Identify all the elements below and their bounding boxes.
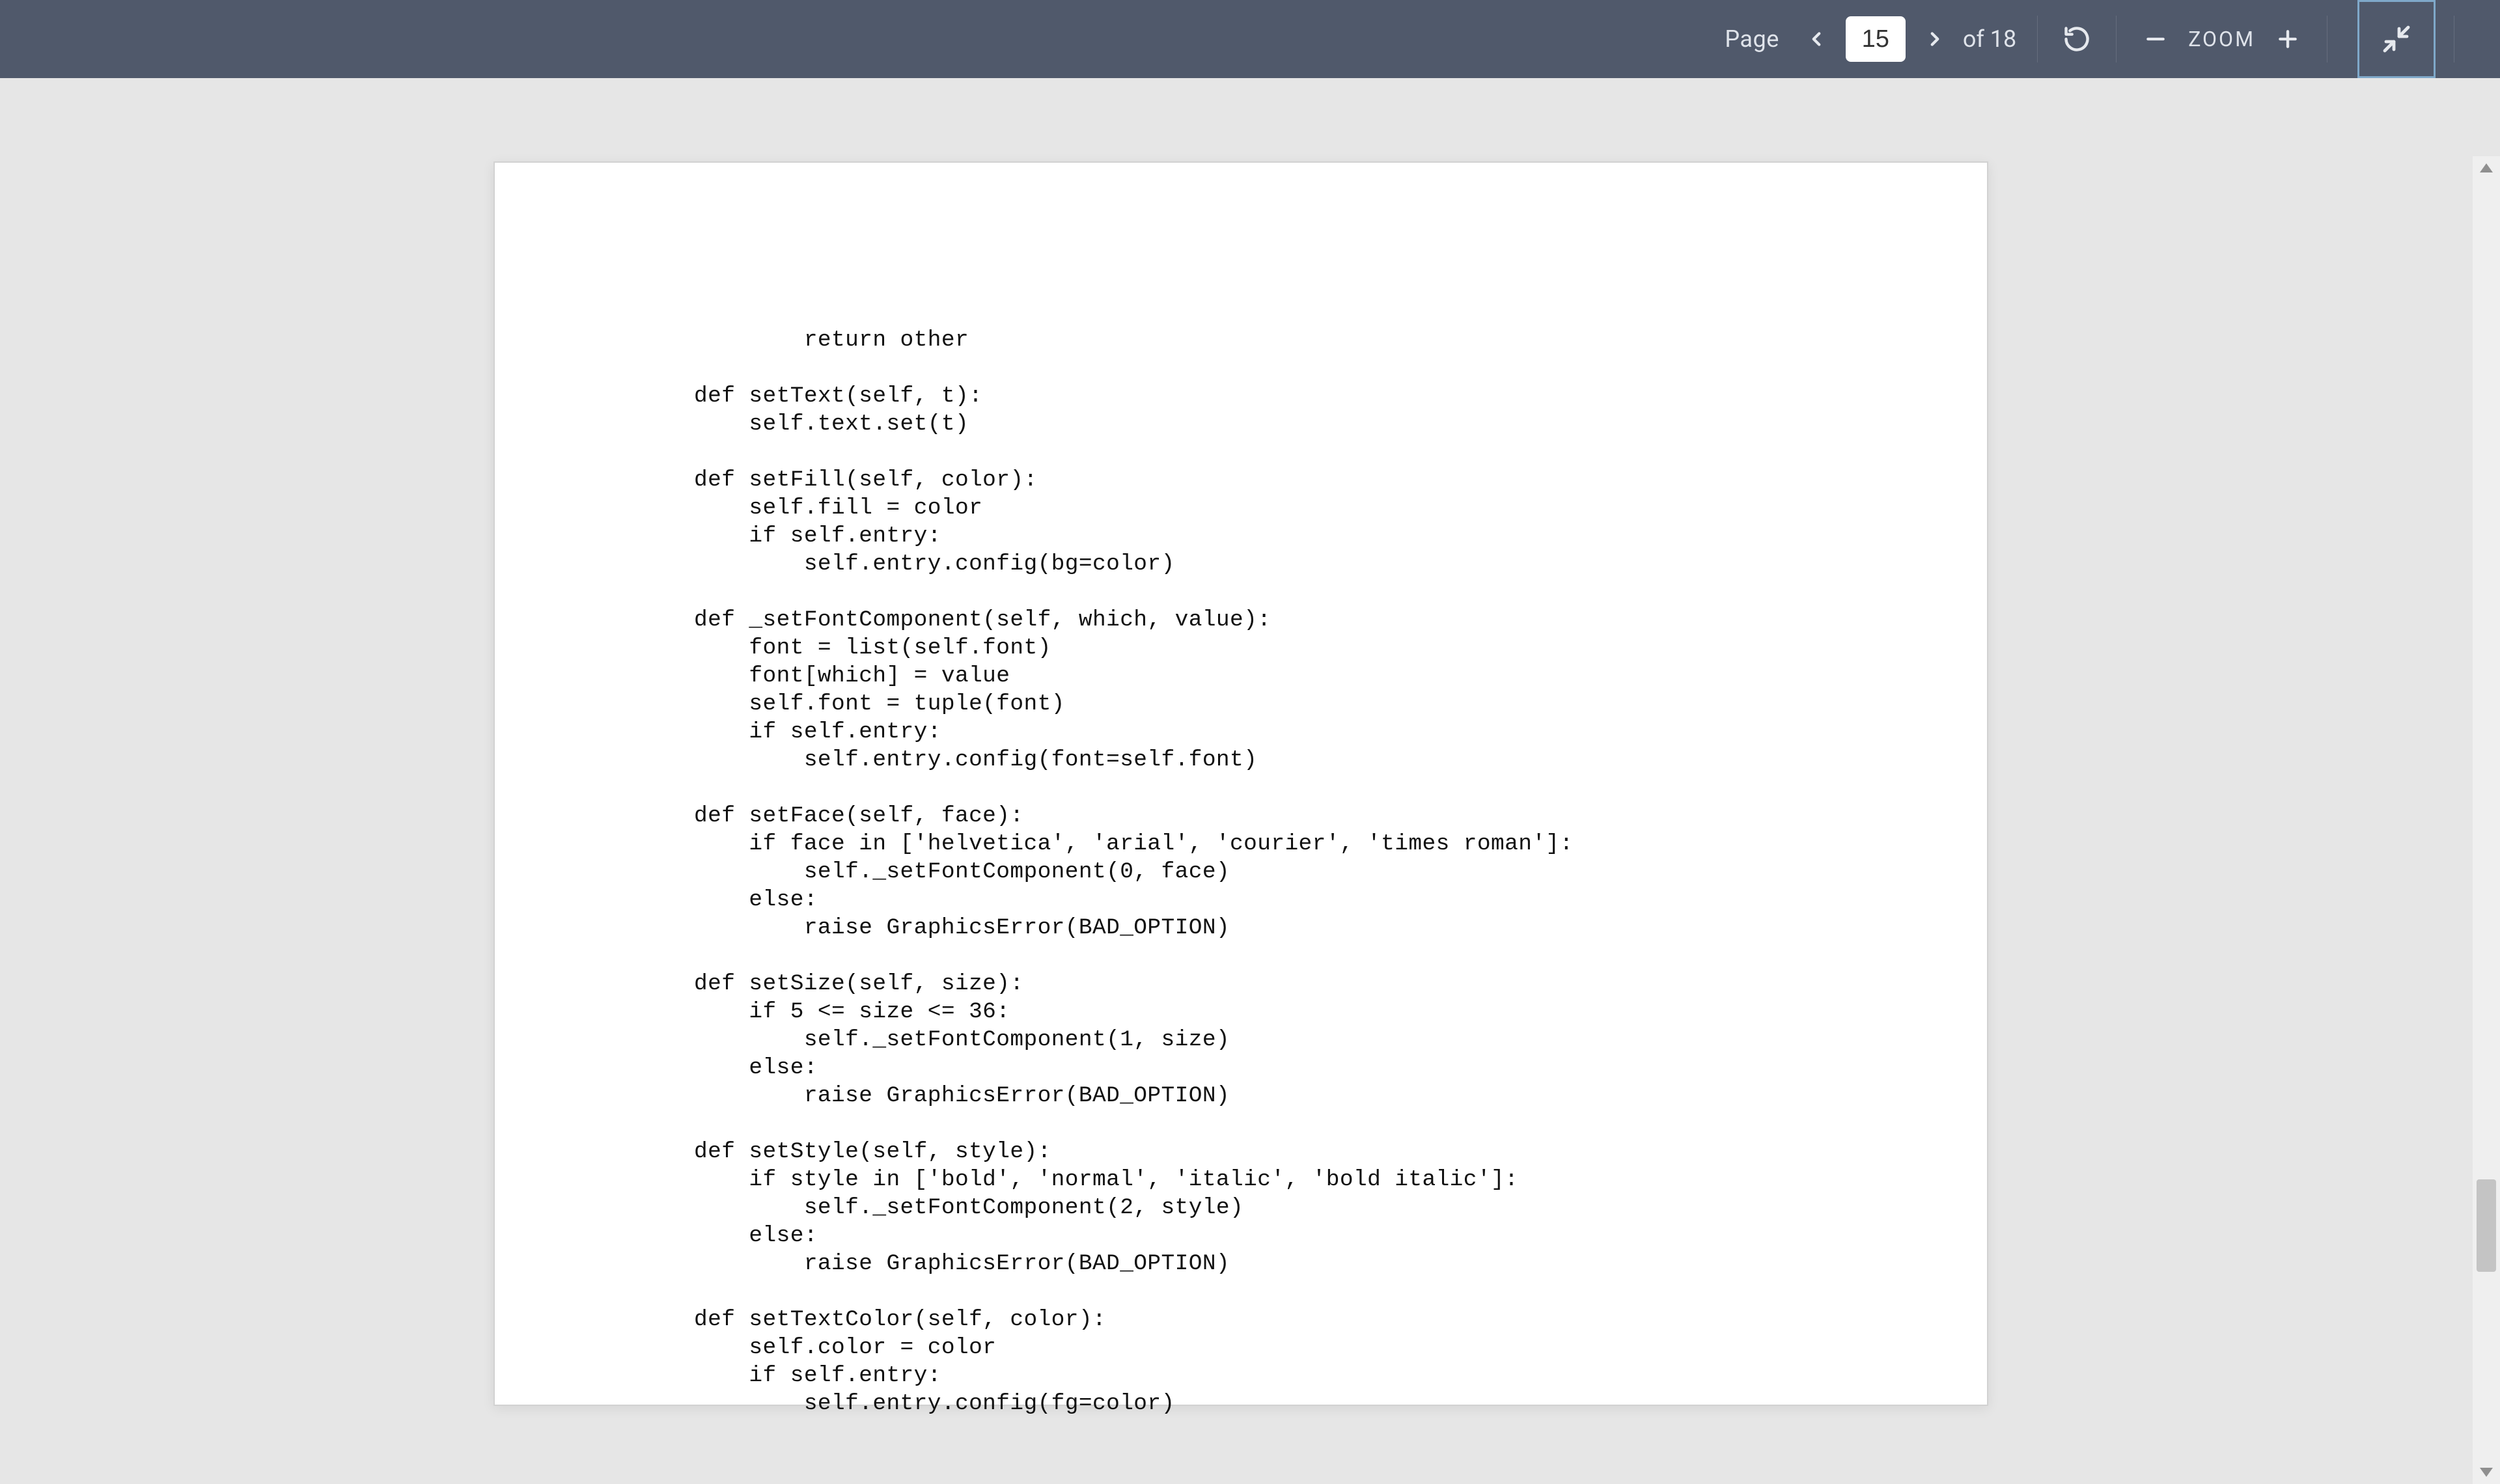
minimize-icon [2381,23,2412,55]
toolbar-separator [2116,16,2117,62]
zoom-label: ZOOM [2188,27,2255,51]
plus-icon [2275,26,2301,52]
code-content: return other def setText(self, t): self.… [694,326,1574,1418]
chevron-left-icon [1805,28,1827,50]
triangle-down-icon [2480,1468,2493,1477]
prev-page-button[interactable] [1798,20,1835,58]
chevron-right-icon [1924,28,1946,50]
rotate-button[interactable] [2056,18,2098,60]
minus-icon [2143,26,2169,52]
document-viewport[interactable]: return other def setText(self, t): self.… [0,78,2500,1406]
page-number-input[interactable] [1846,16,1906,62]
scroll-up-button[interactable] [2473,156,2500,180]
document-page: return other def setText(self, t): self.… [493,161,1988,1406]
page-total-label: of 18 [1963,25,2016,53]
rotate-icon [2062,25,2091,53]
next-page-button[interactable] [1916,20,1954,58]
pdf-toolbar: Page of 18 ZOOM [0,0,2500,78]
zoom-group: ZOOM [2135,0,2309,78]
toolbar-separator [2037,16,2038,62]
exit-fullscreen-button[interactable] [2357,0,2436,78]
page-label: Page [1725,25,1779,53]
zoom-out-button[interactable] [2135,18,2176,60]
vertical-scrollbar[interactable] [2473,156,2500,1484]
zoom-in-button[interactable] [2267,18,2309,60]
triangle-up-icon [2480,163,2493,172]
page-nav-group: Page of 18 [1725,0,2019,78]
scroll-thumb[interactable] [2477,1179,2496,1272]
scroll-down-button[interactable] [2473,1461,2500,1484]
